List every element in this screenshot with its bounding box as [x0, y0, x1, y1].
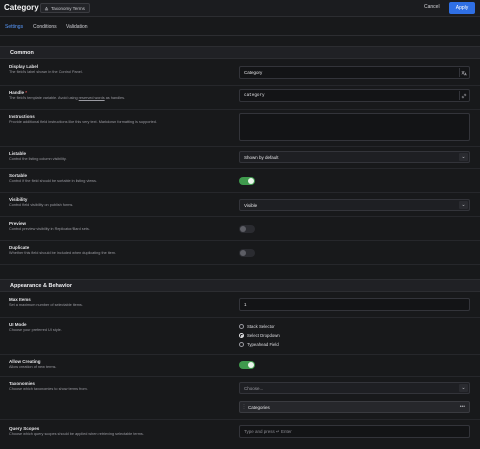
selected-taxonomy-label: Categories — [248, 404, 270, 410]
radio-typeahead-field[interactable]: Typeahead Field — [239, 342, 279, 347]
handle-label: Handle * — [9, 90, 28, 95]
section-common-header: Common — [0, 46, 480, 59]
row-display-label: Display Label The field's label shown in… — [0, 60, 480, 86]
row-handle: Handle * The field's template variable. … — [0, 86, 480, 110]
allow-creating-label: Allow Creating — [9, 359, 41, 364]
instructions-label: Instructions — [9, 114, 35, 119]
visibility-value: Visible — [244, 202, 258, 208]
duplicate-desc: Whether this field should be included wh… — [9, 251, 117, 255]
listable-label: Listable — [9, 151, 27, 156]
query-scopes-input[interactable]: Type and press ↵ Enter — [239, 425, 470, 438]
taxonomies-placeholder: Choose... — [244, 385, 264, 391]
preview-label: Preview — [9, 221, 27, 226]
row-max-items: Max Items Set a maximum number of select… — [0, 293, 480, 318]
preview-desc: Control preview visibility in Replicator… — [9, 227, 90, 231]
row-listable: Listable Control the listing column visi… — [0, 147, 480, 169]
row-allow-creating: Allow Creating Allow creation of new ter… — [0, 355, 480, 377]
chevron-down-icon: ⌄ — [459, 201, 468, 209]
display-label-value: Category — [244, 70, 263, 75]
query-scopes-desc: Choose which query scopes should be appl… — [9, 432, 144, 436]
link-icon[interactable] — [459, 91, 468, 100]
display-label-label: Display Label — [9, 64, 39, 69]
visibility-desc: Control field visibility on publish form… — [9, 203, 74, 207]
handle-input[interactable]: category — [239, 89, 470, 102]
radio-select-dropdown[interactable]: Select Dropdown — [239, 333, 280, 338]
fieldtype-badge: Taxonomy Terms — [40, 3, 90, 13]
listable-value: Shown by default — [244, 154, 279, 160]
cancel-button[interactable]: Cancel — [424, 4, 440, 10]
ui-mode-desc: Choose your preferred UI style. — [9, 328, 62, 332]
max-items-desc: Set a maximum number of selectable items… — [9, 303, 83, 307]
row-query-scopes: Query Scopes Choose which query scopes s… — [0, 420, 480, 449]
drag-handle-icon[interactable]: ⋮ — [240, 404, 248, 410]
section-appearance-title: Appearance & Behavior — [10, 283, 73, 289]
top-bar: Category Taxonomy Terms Cancel Apply — [0, 0, 480, 17]
allow-creating-desc: Allow creation of new terms. — [9, 365, 57, 369]
display-label-input[interactable]: Category — [239, 66, 470, 79]
row-visibility: Visibility Control field visibility on p… — [0, 193, 480, 217]
visibility-select[interactable]: Visible ⌄ — [239, 199, 470, 211]
ui-mode-label: UI Mode — [9, 322, 27, 327]
sortable-desc: Control if the field should be sortable … — [9, 179, 98, 183]
tab-bar: Settings Conditions Validation — [0, 18, 480, 53]
row-duplicate: Duplicate Whether this field should be i… — [0, 241, 480, 265]
toggle-knob — [240, 250, 246, 256]
allow-creating-toggle[interactable] — [239, 361, 255, 369]
tab-validation[interactable]: Validation — [66, 24, 88, 30]
section-common-title: Common — [10, 50, 34, 56]
handle-desc: The field's template variable. Avoid usi… — [9, 96, 126, 100]
row-preview: Preview Control preview visibility in Re… — [0, 217, 480, 241]
listable-select[interactable]: Shown by default ⌄ — [239, 151, 470, 163]
visibility-label: Visibility — [9, 197, 28, 202]
sortable-label: Sortable — [9, 173, 28, 178]
page-title: Category — [4, 3, 39, 12]
tab-conditions[interactable]: Conditions — [33, 24, 57, 30]
toggle-knob — [248, 178, 254, 184]
row-sortable: Sortable Control if the field should be … — [0, 169, 480, 193]
duplicate-label: Duplicate — [9, 245, 30, 250]
more-options-icon[interactable]: ••• — [460, 404, 465, 410]
translate-icon[interactable] — [459, 68, 468, 77]
query-scopes-placeholder: Type and press ↵ Enter — [244, 428, 292, 434]
handle-value: category — [244, 93, 265, 98]
chevron-down-icon: ⌄ — [459, 384, 468, 392]
tab-settings[interactable]: Settings — [5, 24, 23, 30]
fieldtype-badge-label: Taxonomy Terms — [51, 5, 85, 11]
max-items-value: 1 — [244, 302, 247, 307]
row-taxonomies: Taxonomies Choose which taxonomies to sh… — [0, 377, 480, 420]
listable-desc: Control the listing column visibility. — [9, 157, 67, 161]
taxonomies-desc: Choose which taxonomies to show terms fr… — [9, 387, 88, 391]
duplicate-toggle[interactable] — [239, 249, 255, 257]
chevron-down-icon: ⌄ — [459, 153, 468, 161]
radio-button-checked[interactable] — [239, 333, 244, 338]
sortable-toggle[interactable] — [239, 177, 255, 185]
radio-button[interactable] — [239, 342, 244, 347]
max-items-input[interactable]: 1 — [239, 298, 470, 311]
radio-stack-selector[interactable]: Stack Selector — [239, 324, 275, 329]
query-scopes-label: Query Scopes — [9, 426, 40, 431]
radio-button[interactable] — [239, 324, 244, 329]
taxonomies-select[interactable]: Choose... ⌄ — [239, 382, 470, 394]
selected-taxonomy-item[interactable]: ⋮ Categories ••• — [239, 401, 470, 413]
taxonomy-icon — [44, 5, 49, 10]
row-instructions: Instructions Provide additional field in… — [0, 110, 480, 147]
preview-toggle[interactable] — [239, 225, 255, 233]
row-ui-mode: UI Mode Choose your preferred UI style. … — [0, 318, 480, 355]
taxonomies-label: Taxonomies — [9, 381, 35, 386]
toggle-knob — [240, 226, 246, 232]
max-items-label: Max Items — [9, 297, 31, 302]
toggle-knob — [248, 362, 254, 368]
apply-button[interactable]: Apply — [449, 2, 475, 14]
instructions-desc: Provide additional field instructions li… — [9, 120, 157, 124]
reserved-words-link[interactable]: reserved words — [79, 96, 105, 100]
display-label-desc: The field's label shown in the Control P… — [9, 70, 83, 74]
section-appearance-header: Appearance & Behavior — [0, 279, 480, 292]
instructions-textarea[interactable] — [239, 113, 470, 141]
